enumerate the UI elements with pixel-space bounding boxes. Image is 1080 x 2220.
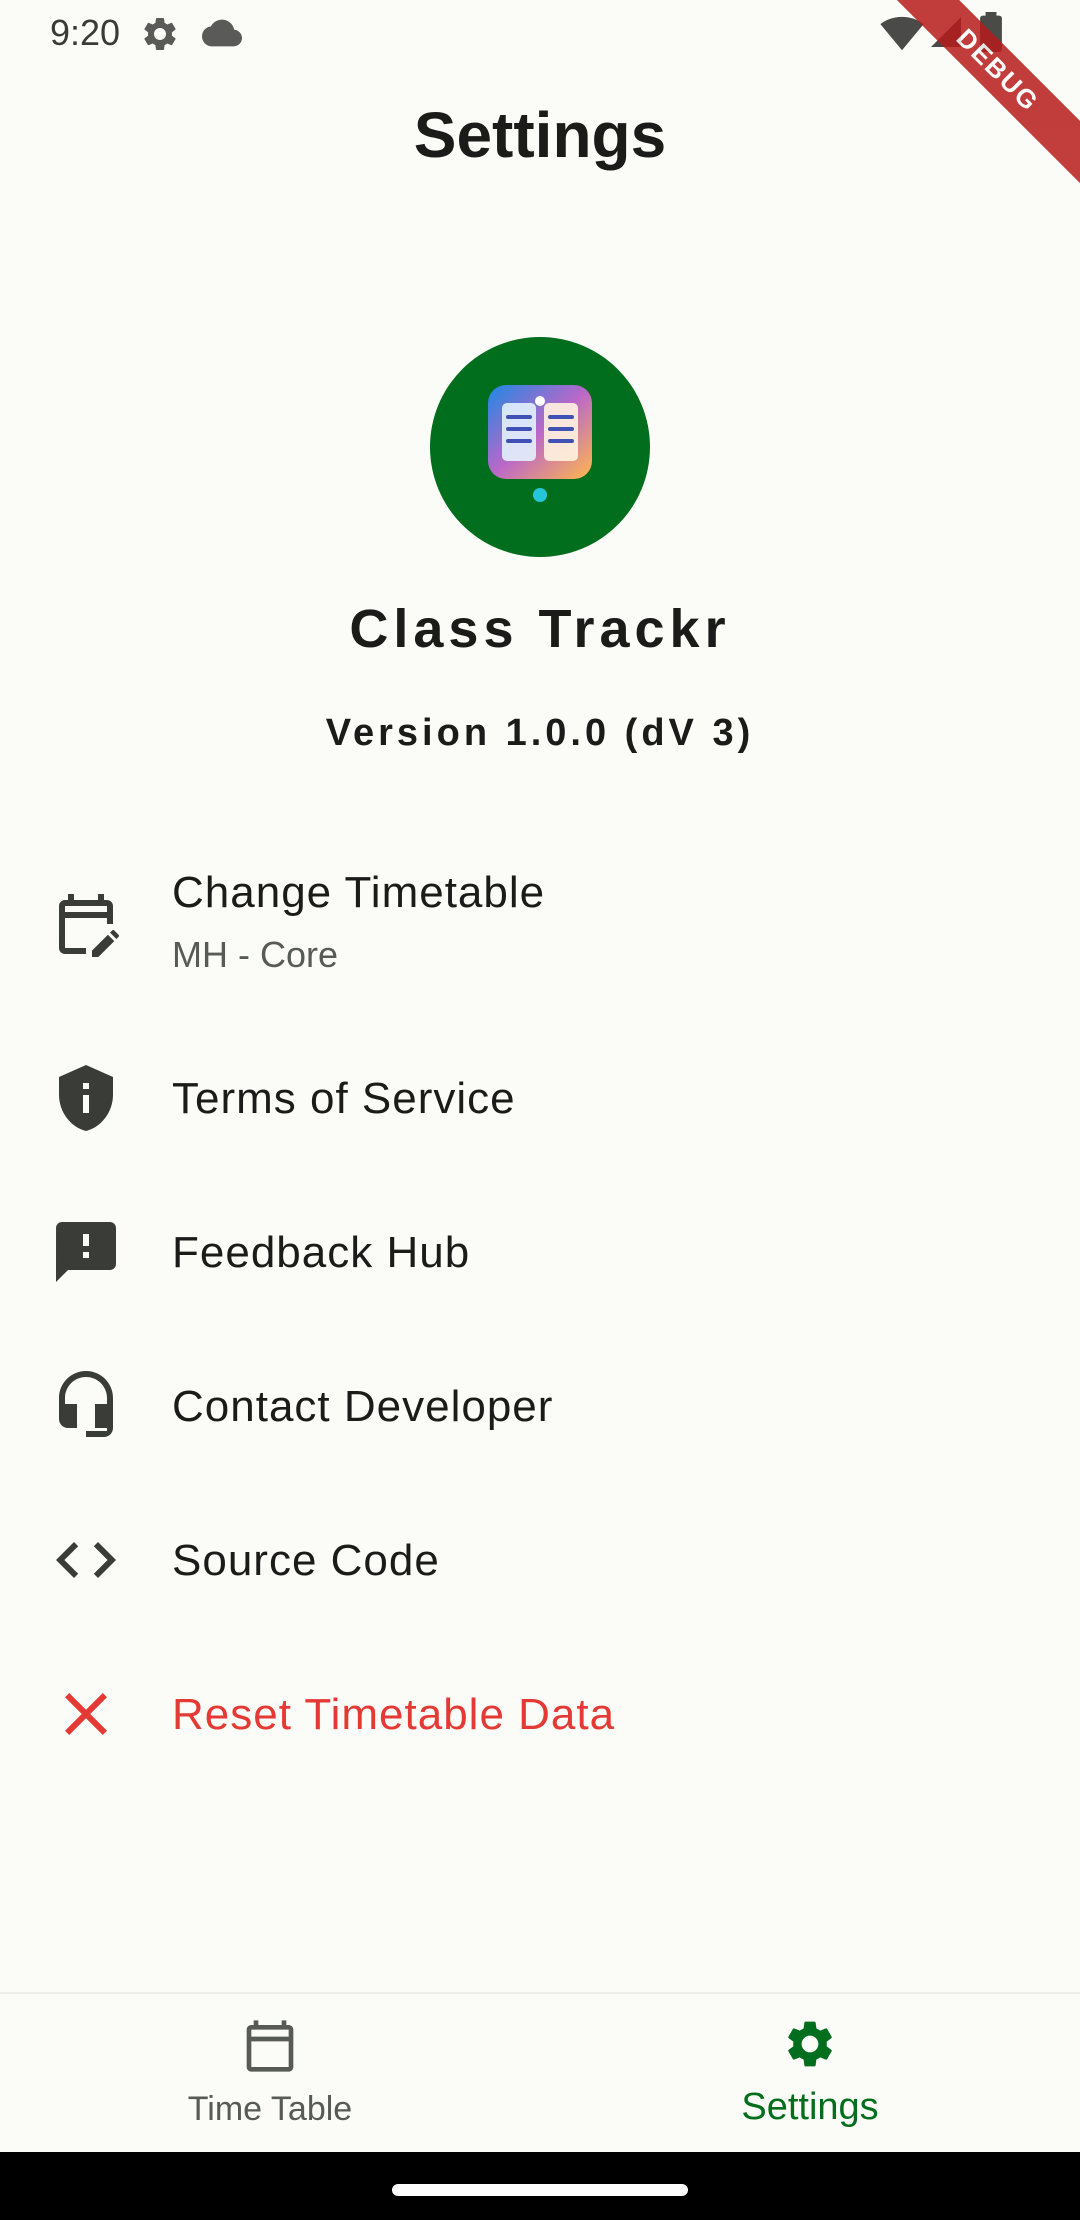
gear-icon xyxy=(144,17,176,50)
book-logo-icon xyxy=(488,385,592,502)
reset-timetable-data-item[interactable]: Reset Timetable Data xyxy=(0,1640,1080,1790)
feedback-hub-label: Feedback Hub xyxy=(172,1228,471,1277)
page-title: Settings xyxy=(413,99,667,171)
feedback-hub-item[interactable]: Feedback Hub xyxy=(0,1178,1080,1328)
cloud-icon xyxy=(202,19,242,47)
shield-info-icon xyxy=(59,1065,113,1131)
close-icon xyxy=(65,1693,107,1735)
reset-timetable-data-label: Reset Timetable Data xyxy=(172,1690,616,1739)
system-gesture-bar xyxy=(0,2152,1080,2220)
feedback-icon xyxy=(56,1222,116,1282)
nav-tab-time-table[interactable]: Time Table xyxy=(0,1994,540,2154)
terms-of-service-item[interactable]: Terms of Service xyxy=(0,1024,1080,1174)
code-icon xyxy=(56,1542,116,1578)
calendar-edit-icon xyxy=(59,894,119,957)
app-name: Class Trackr xyxy=(349,599,731,659)
current-timetable-subtitle: MH - Core xyxy=(172,934,339,975)
gear-icon xyxy=(788,2021,832,2067)
app-logo xyxy=(430,337,650,557)
nav-tab-time-table-label: Time Table xyxy=(187,2090,353,2128)
calendar-icon xyxy=(246,2020,294,2072)
source-code-item[interactable]: Source Code xyxy=(0,1486,1080,1636)
nav-tab-settings-label: Settings xyxy=(741,2086,879,2128)
nav-tab-settings[interactable]: Settings xyxy=(540,1994,1080,2154)
contact-developer-label: Contact Developer xyxy=(172,1382,554,1431)
change-timetable-item[interactable]: Change Timetable MH - Core xyxy=(0,852,1080,1002)
source-code-label: Source Code xyxy=(172,1536,440,1585)
bottom-navigation: Time Table Settings xyxy=(0,1992,1080,2154)
status-time: 9:20 xyxy=(50,12,121,53)
change-timetable-label: Change Timetable xyxy=(172,868,546,917)
home-gesture-handle[interactable] xyxy=(392,2184,688,2196)
app-version: Version 1.0.0 (dV 3) xyxy=(325,712,755,754)
terms-of-service-label: Terms of Service xyxy=(172,1074,516,1123)
headset-icon xyxy=(59,1371,113,1437)
contact-developer-item[interactable]: Contact Developer xyxy=(0,1332,1080,1482)
